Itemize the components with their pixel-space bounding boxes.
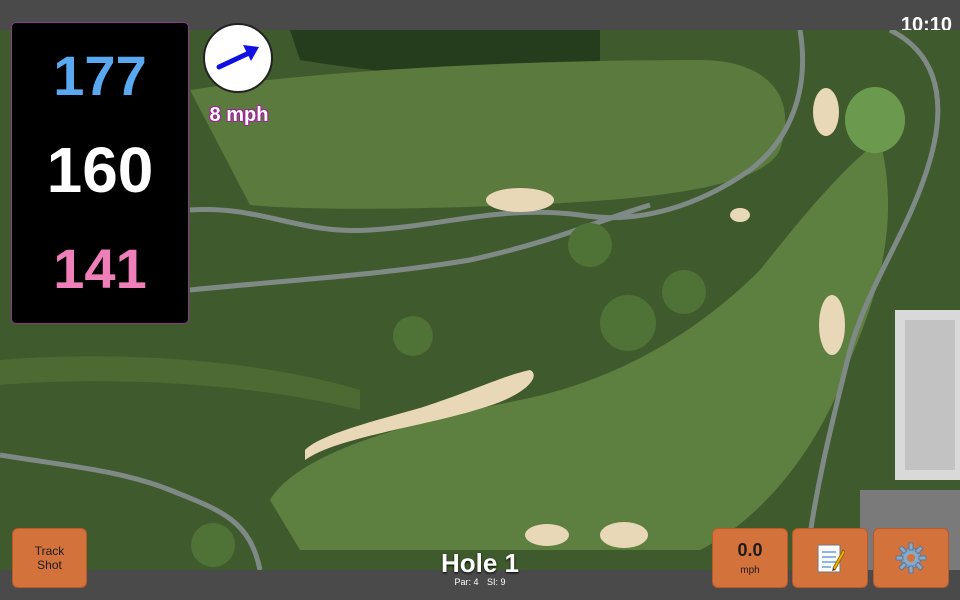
arrow-right-icon [216, 45, 259, 70]
wind-speed-label: 8 mph [209, 104, 269, 126]
gear-icon [895, 542, 927, 574]
yardage-front: 141 [53, 237, 147, 300]
speed-unit: mph [740, 565, 760, 576]
yardage-middle: 160 [46, 134, 154, 206]
settings-button[interactable] [873, 528, 949, 588]
yardage-back: 177 [53, 44, 147, 107]
speed-value: 0.0 [737, 540, 763, 560]
yardage-panel: 177 160 141 [11, 22, 189, 324]
track-shot-button[interactable]: Track Shot [12, 528, 87, 588]
hole-par: Par: 4 [454, 577, 479, 587]
notes-button[interactable] [792, 528, 868, 588]
hole-info: Par: 4 SI: 9 [420, 577, 540, 587]
hole-stroke-index: SI: 9 [487, 577, 506, 587]
hole-title: Hole 1 [440, 548, 520, 578]
track-shot-label: Track Shot [34, 544, 65, 572]
wind-indicator [203, 23, 273, 93]
speed-button[interactable]: 0.0 mph [712, 528, 788, 588]
notepad-icon [817, 544, 845, 573]
